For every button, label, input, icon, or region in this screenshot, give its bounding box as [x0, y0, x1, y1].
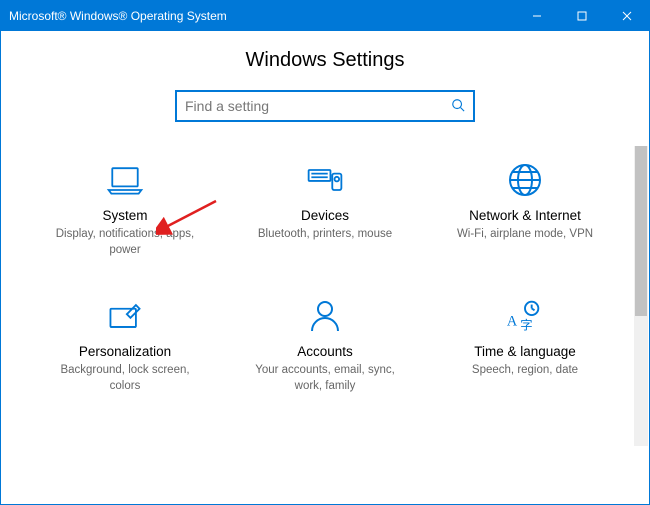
tile-desc: Display, notifications, apps, power — [45, 227, 205, 258]
tile-network[interactable]: Network & Internet Wi-Fi, airplane mode,… — [435, 162, 615, 258]
settings-grid: System Display, notifications, apps, pow… — [1, 162, 649, 394]
tile-system[interactable]: System Display, notifications, apps, pow… — [35, 162, 215, 258]
window-controls — [514, 1, 649, 31]
tile-desc: Wi-Fi, airplane mode, VPN — [457, 227, 593, 243]
tile-label: Accounts — [297, 344, 353, 359]
tile-desc: Speech, region, date — [472, 363, 578, 379]
page-title: Windows Settings — [1, 49, 649, 72]
tile-devices[interactable]: Devices Bluetooth, printers, mouse — [235, 162, 415, 258]
person-icon — [305, 298, 345, 334]
search-input[interactable] — [185, 98, 451, 114]
tile-desc: Your accounts, email, sync, work, family — [245, 363, 405, 394]
personalization-icon — [105, 298, 145, 334]
title-bar[interactable]: Microsoft® Windows® Operating System — [1, 1, 649, 31]
tile-time-language[interactable]: A字 Time & language Speech, region, date — [435, 298, 615, 394]
tile-desc: Bluetooth, printers, mouse — [258, 227, 392, 243]
app-window: Microsoft® Windows® Operating System Win… — [0, 0, 650, 505]
search-box[interactable] — [175, 90, 475, 122]
svg-text:A: A — [507, 314, 518, 330]
window-title: Microsoft® Windows® Operating System — [9, 9, 227, 23]
scrollbar-thumb[interactable] — [635, 146, 647, 316]
search-wrap — [1, 90, 649, 122]
laptop-icon — [105, 162, 145, 198]
tile-label: Time & language — [474, 344, 576, 359]
content-area: Windows Settings System Display, notific… — [1, 31, 649, 504]
scrollbar[interactable] — [634, 146, 648, 446]
search-icon — [451, 98, 465, 115]
tile-accounts[interactable]: Accounts Your accounts, email, sync, wor… — [235, 298, 415, 394]
tile-label: System — [102, 208, 147, 223]
tile-personalization[interactable]: Personalization Background, lock screen,… — [35, 298, 215, 394]
tile-desc: Background, lock screen, colors — [45, 363, 205, 394]
svg-text:字: 字 — [520, 317, 532, 332]
tile-label: Network & Internet — [469, 208, 581, 223]
maximize-button[interactable] — [559, 1, 604, 31]
minimize-button[interactable] — [514, 1, 559, 31]
time-language-icon: A字 — [505, 298, 545, 334]
tile-label: Devices — [301, 208, 349, 223]
tile-label: Personalization — [79, 344, 171, 359]
close-button[interactable] — [604, 1, 649, 31]
globe-icon — [505, 162, 545, 198]
devices-icon — [305, 162, 345, 198]
